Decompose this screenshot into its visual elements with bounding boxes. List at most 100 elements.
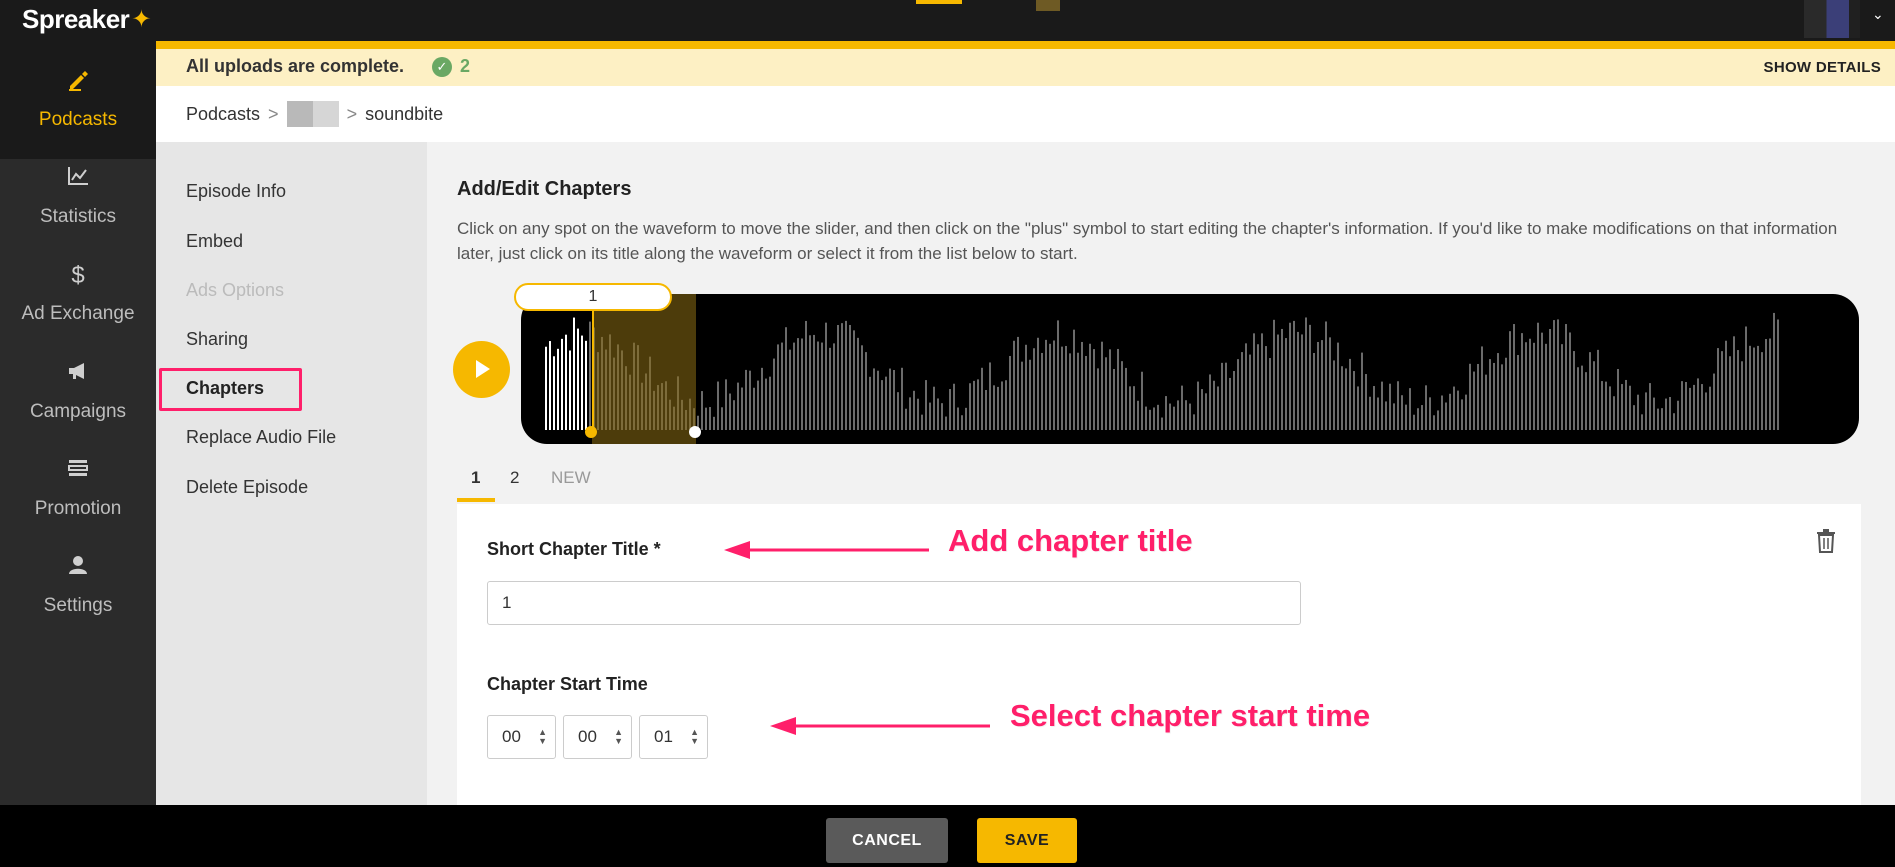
breadcrumb-podcasts[interactable]: Podcasts [186,104,260,125]
waveform-bar [1625,379,1627,430]
start-seconds-stepper[interactable]: 01 ▲ ▼ [639,715,708,759]
avatar[interactable] [1804,0,1860,38]
waveform-bar [1753,347,1755,430]
waveform-bar [1457,390,1459,430]
save-button[interactable]: SAVE [977,818,1077,863]
waveform-bar [1329,337,1331,430]
start-hours-stepper[interactable]: 00 ▲ ▼ [487,715,556,759]
waveform-bar [1117,348,1119,430]
waveform-bar [1017,336,1019,430]
waveform-bar [1265,346,1267,430]
page-description: Click on any spot on the waveform to mov… [457,219,1838,263]
waveform-bar [769,376,771,430]
tab-chapter-1[interactable]: 1 [471,468,480,488]
waveform-bar [557,348,559,430]
waveform-bar [1149,409,1151,430]
stepper-arrows-icon[interactable]: ▲ ▼ [538,728,547,746]
waveform-bar [973,380,975,430]
waveform-bar [781,342,783,430]
megaphone-icon [67,361,89,387]
waveform-bar [1769,338,1771,430]
chevron-down-icon[interactable]: ⌄ [1872,6,1884,23]
waveform-bar [1685,381,1687,430]
waveform-bar [1465,394,1467,430]
active-tab-indicator [457,498,495,502]
brand-logo[interactable]: Spreaker ✦ [22,4,151,35]
top-indicator [916,0,962,4]
waveform-bar [1033,348,1035,430]
waveform-bar [1773,312,1775,430]
waveform-bar [725,379,727,430]
nav-item-settings[interactable]: Settings [0,527,156,645]
waveform-bar [1009,355,1011,430]
waveform-bar [933,386,935,430]
subnav-replace-audio[interactable]: Replace Audio File [186,427,336,448]
waveform-bar [921,414,923,430]
stepper-arrows-icon[interactable]: ▲ ▼ [690,728,699,746]
waveform-bar [1617,369,1619,430]
waveform-bar [909,397,911,430]
chevron-right-icon: > [346,103,358,124]
start-minutes-stepper[interactable]: 00 ▲ ▼ [563,715,632,759]
waveform-bar [829,347,831,430]
waveform-bar [1029,359,1031,430]
tab-new-chapter[interactable]: NEW [551,468,591,488]
subnav-delete-episode[interactable]: Delete Episode [186,477,308,498]
chapter-marker-label[interactable]: 1 [514,283,672,311]
waveform-bar [733,400,735,430]
waveform-bar [1745,326,1747,430]
waveform-bar [1709,386,1711,430]
play-button[interactable] [453,341,510,398]
waveform-bar [1041,352,1043,430]
waveform-bar [1349,358,1351,430]
waveform-bar [1209,374,1211,430]
waveform-bar [857,337,859,430]
waveform-bar [1757,345,1759,430]
chapter-marker-line[interactable] [592,294,594,432]
subnav-episode-info[interactable]: Episode Info [186,181,286,202]
waveform-bar [577,328,579,430]
chevron-right-icon: > [268,103,279,124]
waveform-bar [981,367,983,430]
waveform-bar [705,407,707,430]
chapter-title-input[interactable] [487,581,1301,625]
waveform-bar [1229,377,1231,430]
waveform-bar [1589,352,1591,430]
upload-banner: All uploads are complete. ✓ 2 SHOW DETAI… [156,49,1895,86]
show-details-link[interactable]: SHOW DETAILS [1764,59,1881,76]
episode-subnav: Episode Info Embed Ads Options Sharing C… [156,142,427,805]
waveform-bar [1145,406,1147,430]
cancel-button[interactable]: CANCEL [826,818,948,863]
waveform-bar [573,317,575,430]
stepper-arrows-icon[interactable]: ▲ ▼ [614,728,623,746]
waveform-bar [917,398,919,430]
waveform-bar [1397,381,1399,430]
waveform-bar [1509,331,1511,430]
waveform-bar [869,376,871,430]
subnav-sharing[interactable]: Sharing [186,329,248,350]
waveform-bar [1353,371,1355,430]
waveform-bar [1721,351,1723,430]
waveform-bar [1689,387,1691,430]
waveform-bar [1021,361,1023,430]
waveform-bar [1649,383,1651,430]
playhead-handle[interactable] [689,426,701,438]
waveform-bar [1309,324,1311,430]
breadcrumb-redacted-show[interactable] [286,101,339,127]
tab-chapter-2[interactable]: 2 [510,468,519,488]
waveform-bar [1529,338,1531,430]
chapter-start-handle[interactable] [585,426,597,438]
waveform-bar [1369,396,1371,430]
check-circle-icon: ✓ [432,57,452,77]
trash-icon[interactable] [1815,529,1837,553]
waveform-bar [569,350,571,430]
waveform-bar [1165,396,1167,430]
subnav-embed[interactable]: Embed [186,231,243,252]
nav-item-label: Podcasts [38,109,118,130]
waveform-bar [1629,385,1631,430]
waveform-bar [961,415,963,430]
waveform-bar [1541,332,1543,430]
waveform-bars[interactable] [521,294,1859,444]
waveform-bar [901,367,903,430]
dollar-icon: $ [71,262,85,289]
